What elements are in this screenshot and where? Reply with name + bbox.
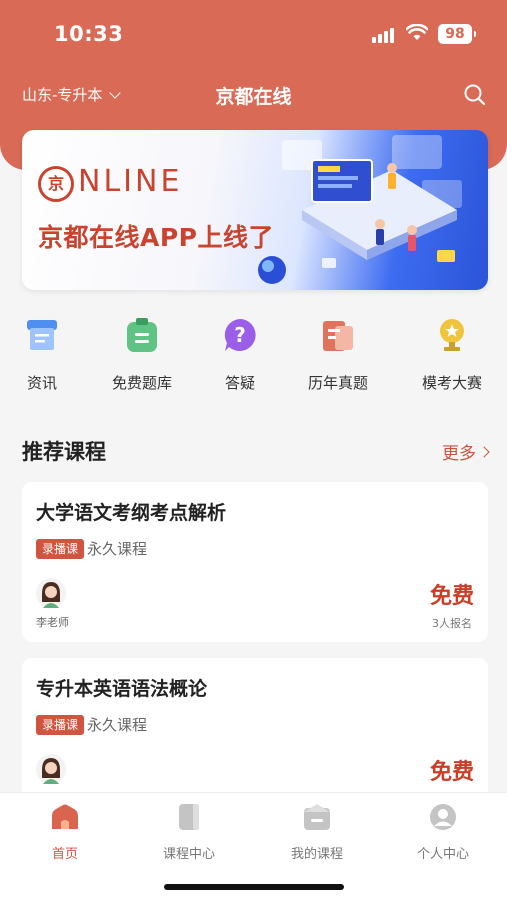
brand-logo: 京	[38, 166, 74, 202]
trophy-icon	[440, 319, 464, 351]
home-icon	[52, 804, 78, 829]
quick-entry-past-papers[interactable]: 历年真题	[288, 316, 388, 393]
cellular-signal-icon	[372, 27, 398, 43]
search-icon[interactable]	[462, 82, 488, 108]
tab-label: 课程中心	[162, 847, 215, 862]
qa-icon: ?	[224, 319, 256, 351]
course-type-badge: 录播课	[36, 539, 85, 559]
quick-entry-label: 资讯	[26, 374, 57, 392]
page-title: 京都在线	[215, 86, 292, 108]
top-nav: 山东-专升本 京都在线	[0, 76, 507, 116]
tab-course-center[interactable]: 课程中心	[134, 803, 244, 862]
tab-label: 我的课程	[290, 847, 343, 862]
online-learning-illustration	[258, 135, 462, 284]
tab-my-courses[interactable]: 我的课程	[262, 803, 372, 862]
teacher-avatar	[36, 578, 66, 608]
course-title: 专升本英语语法概论	[36, 678, 208, 700]
banner-headline: 京都在线APP上线了	[38, 223, 274, 252]
promo-banner[interactable]: 京 NLINE 京都在线APP上线了	[22, 130, 488, 290]
course-price: 免费	[429, 584, 474, 609]
recommended-header: 推荐课程 更多	[22, 436, 490, 466]
quick-entry-label: 模考大赛	[421, 374, 482, 392]
banner-online-text: NLINE	[78, 164, 183, 199]
wifi-icon	[406, 24, 428, 40]
my-courses-icon	[304, 804, 330, 830]
battery-indicator: 98	[438, 24, 476, 44]
more-link[interactable]: 更多	[442, 439, 490, 464]
course-type-badge: 录播课	[36, 715, 85, 735]
quick-entry-label: 免费题库	[111, 374, 172, 392]
quick-entry-grid: 资讯 免费题库 ? 答疑 历年真题 模考大赛	[0, 316, 507, 396]
user-profile-icon	[430, 804, 456, 830]
news-icon	[27, 320, 57, 350]
more-label: 更多	[442, 444, 476, 464]
chevron-right-icon	[478, 445, 490, 458]
teacher-name: 李老师	[36, 616, 69, 629]
course-card[interactable]: 大学语文考纲考点解析 录播课 永久课程 李老师 免费 3人报名	[22, 482, 488, 642]
quick-entry-question-bank[interactable]: 免费题库	[92, 316, 192, 393]
question-bank-icon	[127, 318, 157, 352]
tab-label: 首页	[51, 847, 78, 862]
course-price: 免费	[429, 760, 474, 785]
svg-text:?: ?	[234, 323, 246, 347]
quick-entry-qa[interactable]: ? 答疑	[190, 316, 290, 393]
tab-home[interactable]: 首页	[10, 803, 120, 862]
course-validity: 永久课程	[87, 540, 148, 558]
quick-entry-mock-exam[interactable]: 模考大赛	[402, 316, 502, 393]
tab-profile[interactable]: 个人中心	[388, 803, 498, 862]
status-bar: 10:33 98	[0, 0, 507, 70]
teacher-avatar	[36, 754, 66, 784]
status-time: 10:33	[54, 22, 124, 46]
enrollment-count: 3人报名	[432, 617, 472, 630]
course-title: 大学语文考纲考点解析	[36, 502, 227, 524]
past-papers-icon	[323, 321, 353, 351]
quick-entry-label: 答疑	[224, 374, 255, 392]
section-title: 推荐课程	[22, 440, 106, 464]
home-indicator	[164, 884, 344, 890]
course-book-icon	[179, 804, 199, 830]
quick-entry-news[interactable]: 资讯	[0, 316, 92, 393]
course-validity: 永久课程	[87, 716, 148, 734]
quick-entry-label: 历年真题	[307, 374, 368, 392]
tab-label: 个人中心	[416, 847, 469, 862]
